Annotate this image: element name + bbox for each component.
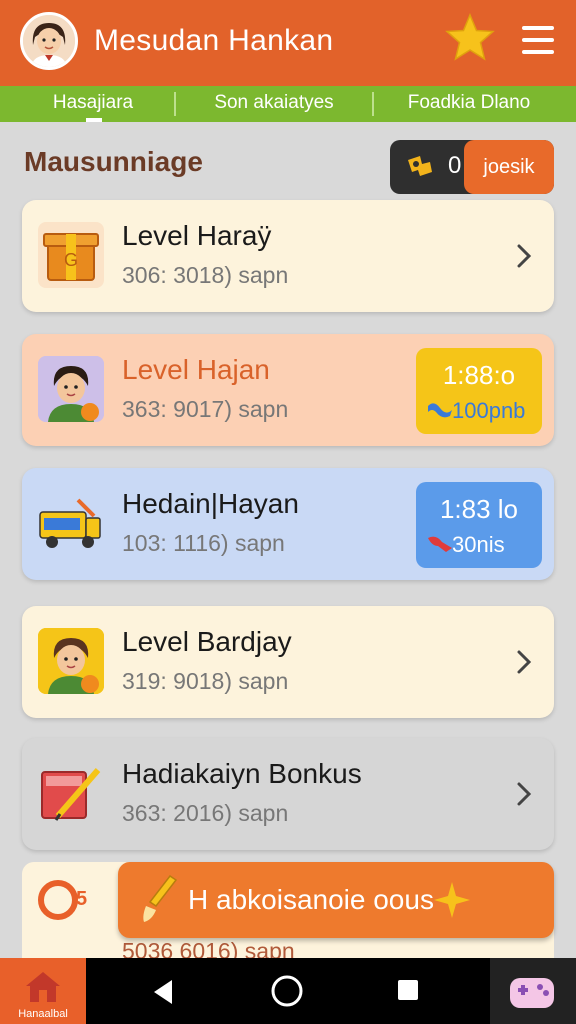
card-title: Level Bardjay <box>122 626 292 657</box>
card-title: Hedain|Hayan <box>122 488 299 519</box>
house-icon <box>26 972 60 1002</box>
truck-icon <box>38 490 104 556</box>
card-subtitle: 103: 1116) sapn <box>122 530 285 556</box>
app-header: Mesudan Hankan <box>0 0 576 86</box>
ribbon-icon <box>428 536 452 552</box>
promo-text: H abkoisanoie oous <box>188 884 434 915</box>
tab-divider <box>372 92 374 116</box>
badge-amount: 100pnb <box>452 398 526 423</box>
boy-avatar-icon <box>38 356 104 422</box>
chevron-right-icon[interactable] <box>514 780 534 808</box>
menu-icon[interactable] <box>522 26 554 56</box>
badge-time: 1:83 lo <box>439 494 519 524</box>
card-title: Level Haraÿ <box>122 220 272 251</box>
tab-foadkia-dlano[interactable]: Foadkia Dlano <box>386 86 552 122</box>
recents-icon[interactable] <box>396 978 420 1002</box>
level-card[interactable]: Hedain|Hayan 103: 1116) sapn 1:83 lo 30n… <box>22 468 554 580</box>
time-badge: 1:83 lo 30nis <box>416 482 542 568</box>
back-icon[interactable] <box>150 978 178 1006</box>
badge-time: 1:88:o <box>442 360 516 390</box>
app-title: Mesudan Hankan <box>94 24 334 57</box>
tab-divider <box>174 92 176 116</box>
tab-bar: Hasajiara Son akaiatyes Foadkia Dlano <box>0 86 576 122</box>
gift-box-icon: G <box>38 222 104 288</box>
card-subtitle: 319: 9018) sapn <box>122 668 289 694</box>
coin-action-button[interactable]: joesik <box>464 140 554 194</box>
level-card[interactable]: Hadiakaiyn Bonkus 363: 2016) sapn <box>22 738 554 850</box>
card-subtitle: 363: 9017) sapn <box>122 396 289 422</box>
time-badge: 1:88:o 100pnb <box>416 348 542 434</box>
level-card[interactable]: Level Bardjay 319: 9018) sapn <box>22 606 554 718</box>
card-title: Level Hajan <box>122 354 270 385</box>
avatar[interactable] <box>20 12 78 70</box>
tab-hasajiara[interactable]: Hasajiara <box>20 86 166 122</box>
coin-counter: 0 joesik <box>390 140 554 194</box>
chevron-right-icon[interactable] <box>514 648 534 676</box>
level-card[interactable]: G Level Haraÿ 306: 3018) sapn <box>22 200 554 312</box>
coin-count: 0 <box>448 152 462 179</box>
nav-home-label: Hanaalbal <box>18 1008 68 1020</box>
bandage-icon <box>428 403 452 418</box>
section-title: Mausunniage <box>24 146 203 177</box>
gamepad-icon <box>510 978 554 1008</box>
svg-text:G: G <box>64 250 78 270</box>
promo-left-label: 5 <box>76 888 88 910</box>
badge-amount: 30nis <box>452 532 505 557</box>
tab-son-akaiatyes[interactable]: Son akaiatyes <box>184 86 364 122</box>
card-subtitle: 306: 3018) sapn <box>122 262 289 288</box>
level-card[interactable]: Level Hajan 363: 9017) sapn 1:88:o 100pn… <box>22 334 554 446</box>
active-tab-indicator <box>86 118 102 122</box>
sparkle-icon <box>434 882 470 918</box>
ring-icon <box>38 880 78 920</box>
brush-icon <box>143 874 178 922</box>
card-title: Hadiakaiyn Bonkus <box>122 758 362 789</box>
star-icon[interactable] <box>444 12 496 64</box>
book-pencil-icon <box>38 760 104 826</box>
nav-games-tab[interactable] <box>490 958 576 1024</box>
home-circle-icon[interactable] <box>270 974 304 1008</box>
puzzle-icon <box>408 156 432 176</box>
card-subtitle: 363: 2016) sapn <box>122 800 289 826</box>
chevron-right-icon[interactable] <box>514 242 534 270</box>
boy-avatar-icon <box>38 628 104 694</box>
